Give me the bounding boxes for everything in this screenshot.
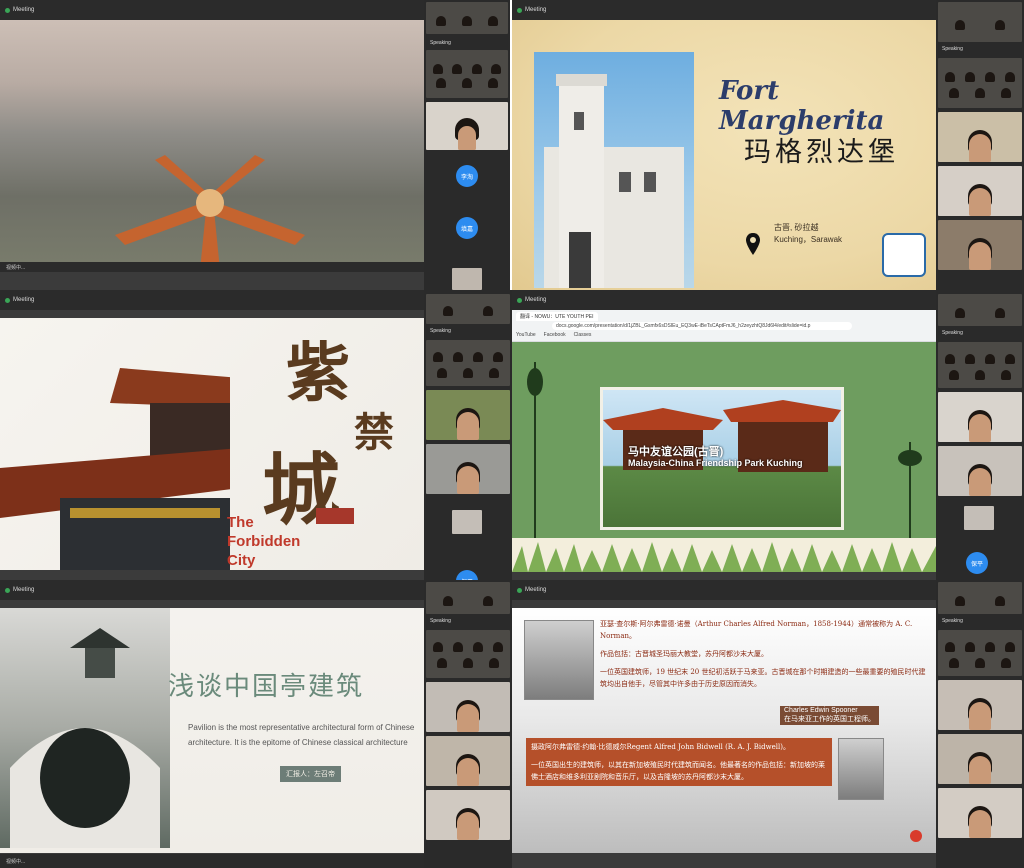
participant-tile[interactable] bbox=[426, 736, 510, 786]
participant-tile[interactable] bbox=[426, 682, 510, 732]
participant-tile[interactable] bbox=[426, 390, 510, 440]
participant-tile[interactable] bbox=[938, 112, 1022, 162]
speaking-label: Speaking bbox=[430, 618, 451, 624]
slide-title: Fort Margherita bbox=[719, 76, 885, 136]
participant-tile[interactable] bbox=[938, 446, 1022, 496]
participant-tile[interactable] bbox=[938, 630, 1022, 676]
portrait-norman bbox=[524, 620, 594, 700]
participant-tile[interactable] bbox=[938, 166, 1022, 216]
screen-share-cell-1: Meeting Speaking 李淘 填嘉 视频中... bbox=[0, 0, 510, 290]
participant-tile[interactable] bbox=[938, 392, 1022, 442]
speaking-label: Speaking bbox=[430, 328, 451, 334]
browser-tab[interactable]: 翻译 - NOWU：UTE YOUTH PEI bbox=[516, 312, 598, 321]
label-spooner: Charles Edwin Spooner 在马来亚工作的英国工程师。 bbox=[780, 706, 879, 725]
participant-avatar[interactable]: 李淘 bbox=[456, 165, 478, 187]
screen-share-cell-5: Meeting 浅谈中国亭建筑 Pavilion is the most rep… bbox=[0, 580, 512, 868]
speaking-label: Speaking bbox=[430, 40, 451, 46]
participant-avatar[interactable]: 填嘉 bbox=[456, 217, 478, 239]
participant-strip-2: Speaking bbox=[936, 0, 1024, 290]
bookmark-facebook[interactable]: Facebook bbox=[544, 332, 566, 338]
address-bar[interactable]: docs.google.com/presentation/d/1jZBL_Gsm… bbox=[552, 322, 852, 330]
participant-avatar[interactable]: 保平 bbox=[456, 570, 478, 580]
slide-pavilion: 浅谈中国亭建筑 Pavilion is the most representat… bbox=[0, 608, 424, 853]
slide-friendship-park: 马中友谊公园(古晋) Malaysia-China Friendship Park… bbox=[512, 342, 936, 572]
slide-subtitle-en: Pavilion is the most representative arch… bbox=[188, 723, 415, 747]
participant-strip-1: Speaking 李淘 填嘉 bbox=[424, 0, 510, 290]
participant-strip-4: Speaking 保平 bbox=[936, 290, 1024, 580]
grass-decoration bbox=[512, 538, 936, 572]
participant-tile[interactable] bbox=[964, 506, 994, 530]
bookmarks-bar: YouTube Facebook Classes bbox=[516, 332, 591, 338]
participant-tile[interactable] bbox=[938, 220, 1022, 270]
speaking-label: Speaking bbox=[942, 46, 963, 52]
participant-tile[interactable] bbox=[938, 680, 1022, 730]
browser-chrome: 翻译 - NOWU：UTE YOUTH PEI docs.google.com/… bbox=[512, 310, 938, 342]
location-pin-icon bbox=[746, 233, 760, 255]
fort-photo bbox=[534, 52, 694, 288]
participant-avatar[interactable]: 保平 bbox=[966, 552, 988, 574]
connection-icon bbox=[5, 297, 10, 303]
subtitle-english: The Forbidden City bbox=[227, 514, 301, 569]
participant-tile[interactable] bbox=[938, 58, 1022, 108]
participant-tile[interactable] bbox=[426, 340, 510, 386]
participant-tile[interactable] bbox=[426, 630, 510, 678]
participant-tile[interactable] bbox=[426, 444, 510, 494]
speaking-label: Speaking bbox=[942, 330, 963, 336]
participant-tile[interactable] bbox=[426, 790, 510, 840]
participant-tile[interactable] bbox=[426, 582, 510, 614]
participant-tile[interactable] bbox=[938, 294, 1022, 326]
participant-tile[interactable] bbox=[426, 50, 508, 98]
pavilion-photo bbox=[0, 608, 170, 848]
slide-title-cn: 玛格烈达堡 bbox=[744, 137, 899, 168]
slide-architects: 亚瑟·查尔斯·阿尔弗雷德·诺曼（Arthur Charles Alfred No… bbox=[512, 608, 936, 853]
plant-left-decoration bbox=[527, 362, 543, 562]
screen-share-cell-2: Meeting Fort Margherita 玛格烈达堡 古晋, 砂拉越 Kuc… bbox=[512, 0, 1024, 290]
bookmark-youtube[interactable]: YouTube bbox=[516, 332, 536, 338]
participant-tile[interactable] bbox=[938, 2, 1022, 42]
participant-tile[interactable] bbox=[426, 2, 508, 34]
paragraph-bidwell: 摄政阿尔弗雷德·约翰·比德威尔Regent Alfred John Bidwel… bbox=[526, 738, 832, 786]
participant-tile[interactable] bbox=[938, 788, 1022, 838]
pagoda-roof-image bbox=[0, 368, 230, 570]
location-text: 古晋, 砂拉越 Kuching，Sarawak bbox=[774, 223, 843, 244]
title-char-1: 紫 bbox=[286, 336, 350, 411]
participant-tile[interactable] bbox=[426, 294, 510, 324]
presenter-label: 汇报人：左召帝 bbox=[280, 766, 341, 782]
participant-tile[interactable] bbox=[426, 102, 508, 150]
participant-tile[interactable] bbox=[452, 268, 482, 290]
park-caption: 马中友谊公园(古晋) Malaysia-China Friendship Park… bbox=[628, 446, 803, 469]
screen-share-cell-4: Meeting 翻译 - NOWU：UTE YOUTH PEI docs.goo… bbox=[512, 290, 1024, 580]
screen-share-cell-3: Meeting 紫 禁 城 The Forbidden City Speaking … bbox=[0, 290, 512, 580]
participant-tile[interactable] bbox=[938, 342, 1022, 388]
record-button[interactable] bbox=[910, 830, 922, 842]
connection-icon bbox=[517, 297, 522, 303]
participant-strip-5: Speaking bbox=[424, 580, 512, 868]
connection-icon bbox=[517, 7, 522, 13]
participant-tile[interactable] bbox=[452, 510, 482, 534]
club-logo bbox=[882, 233, 926, 277]
connection-icon bbox=[517, 587, 522, 593]
meeting-bottombar: 视频中... bbox=[0, 854, 424, 868]
paragraph-norman: 亚瑟·查尔斯·阿尔弗雷德·诺曼（Arthur Charles Alfred No… bbox=[600, 620, 926, 688]
meeting-bottombar: 视频中... bbox=[0, 262, 424, 272]
slide-title-cn: 浅谈中国亭建筑 bbox=[168, 672, 365, 702]
participant-tile[interactable] bbox=[938, 582, 1022, 614]
title-char-2: 禁 bbox=[354, 409, 394, 456]
slide-fort-margherita: Fort Margherita 玛格烈达堡 古晋, 砂拉越 Kuching，Sar… bbox=[512, 20, 936, 290]
screen-share-cell-6: Meeting 亚瑟·查尔斯·阿尔弗雷德·诺曼（Arthur Charles A… bbox=[512, 580, 1024, 868]
connection-icon bbox=[5, 7, 10, 13]
connection-icon bbox=[5, 587, 10, 593]
slide-airport bbox=[0, 20, 424, 272]
bookmark-classes[interactable]: Classes bbox=[574, 332, 592, 338]
airport-terminal-image bbox=[115, 155, 305, 270]
participant-strip-6: Speaking bbox=[936, 580, 1024, 868]
speaking-label: Speaking bbox=[942, 618, 963, 624]
participant-tile[interactable] bbox=[938, 734, 1022, 784]
participant-strip-3: Speaking 保平 bbox=[424, 290, 512, 580]
slide-forbidden-city: 紫 禁 城 The Forbidden City bbox=[0, 318, 424, 570]
portrait-bidwell bbox=[838, 738, 884, 800]
red-seal bbox=[316, 508, 354, 524]
